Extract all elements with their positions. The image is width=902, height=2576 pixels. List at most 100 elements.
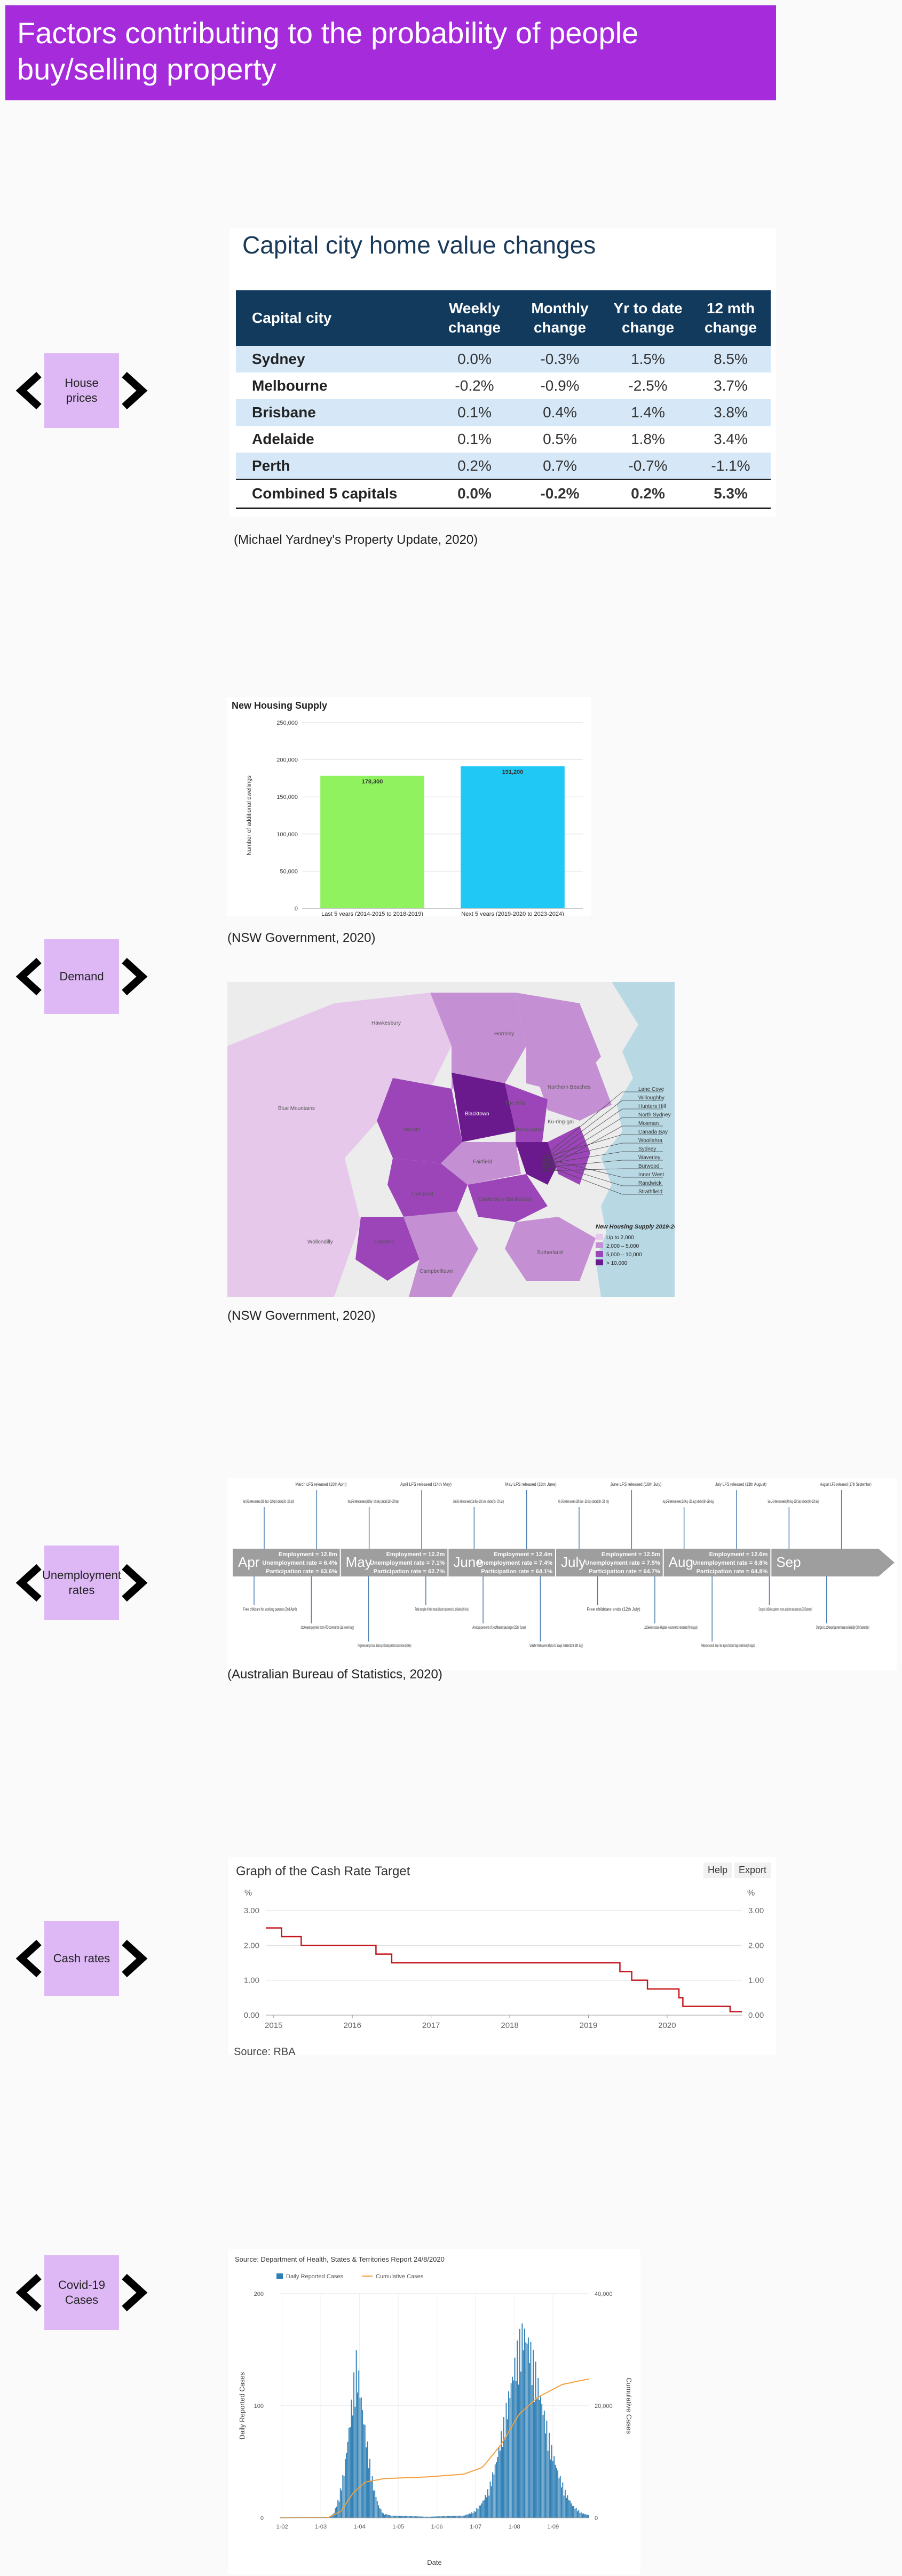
covid-card: Source: Department of Health, States & T…: [228, 2249, 640, 2574]
x-tick-label: 2018: [501, 2021, 518, 2030]
daily-bar: [486, 2497, 487, 2518]
chevron-right-icon[interactable]: [111, 1562, 154, 1604]
nav-label-covid[interactable]: Covid-19 Cases: [44, 2255, 119, 2330]
daily-bar: [461, 2515, 463, 2518]
daily-bar: [530, 2341, 532, 2518]
daily-bar: [478, 2506, 480, 2518]
table-row: Melbourne -0.2% -0.9% -2.5% 3.7%: [236, 372, 771, 399]
y-axis-label-right: %: [747, 1889, 755, 1898]
chevron-right-icon[interactable]: [111, 369, 154, 412]
daily-bar: [564, 2490, 566, 2518]
legend-label: Daily Reported Cases: [286, 2273, 343, 2280]
daily-bar: [574, 2508, 576, 2518]
daily-bar: [533, 2350, 534, 2518]
daily-bar: [473, 2511, 475, 2518]
timeline-stat: Employment = 12.5m: [602, 1551, 660, 1558]
bar-value-label: 178,300: [362, 779, 383, 785]
daily-bar: [550, 2459, 551, 2518]
daily-bar: [454, 2516, 455, 2518]
daily-bar: [541, 2404, 543, 2518]
daily-bar: [383, 2513, 384, 2518]
x-tick-label: 1-05: [392, 2524, 404, 2530]
nav-house-prices: House prices: [10, 353, 154, 428]
legend-swatch: [596, 1251, 603, 1257]
chevron-right-icon[interactable]: [111, 955, 154, 998]
map-region-label: Fairfield: [473, 1159, 492, 1165]
daily-bar: [569, 2500, 571, 2518]
daily-bar: [334, 2512, 335, 2518]
x-tick-label: 2016: [343, 2021, 361, 2030]
nav-label-unemployment[interactable]: Unemployment rates: [42, 1545, 121, 1620]
callout-label: Canada Bay: [638, 1129, 668, 1135]
timeline-bottom-note: Partial resumption of limited mutual obl…: [415, 1607, 469, 1612]
x-axis-label: Date: [427, 2558, 441, 2566]
timeline-stat: Unemployment rate = 6.8%: [693, 1560, 768, 1566]
daily-bar: [344, 2459, 346, 2518]
timeline-month: Sep: [776, 1554, 801, 1570]
daily-bar: [464, 2515, 465, 2518]
chevron-right-icon[interactable]: [111, 2271, 154, 2314]
x-tick-label: Last 5 years (2014-2015 to 2018-2019): [321, 911, 423, 916]
table-cell: -0.3%: [515, 346, 605, 372]
daily-bar: [370, 2480, 372, 2518]
daily-bar: [373, 2490, 374, 2518]
callout-label: Burwood: [638, 1163, 659, 1169]
help-button[interactable]: Help: [703, 1862, 732, 1878]
daily-bar: [482, 2500, 484, 2518]
table-total-row: Combined 5 capitals 0.0% -0.2% 0.2% 5.3%: [236, 479, 771, 509]
table-cell: 3.4%: [714, 431, 748, 447]
y-tick-label-right: 2.00: [748, 1941, 764, 1950]
daily-bar: [547, 2451, 549, 2518]
timeline-top-note: May LFS reference weeks (3rd May - 16th …: [348, 1499, 399, 1504]
daily-bar: [573, 2506, 574, 2518]
daily-bar: [505, 2403, 507, 2518]
y-tick-label: 150,000: [276, 794, 298, 800]
callout-label: Strathfield: [638, 1189, 662, 1195]
nav-unemployment: Unemployment rates: [10, 1545, 154, 1620]
daily-bar: [335, 2508, 336, 2518]
daily-bar: [497, 2457, 499, 2518]
nav-label-demand[interactable]: Demand: [44, 939, 119, 1014]
x-tick-label: 2019: [580, 2021, 597, 2030]
timeline-top-note: April LFS reference weeks (29th March - …: [243, 1499, 294, 1504]
unemployment-timeline-card: Apr May June July Aug Sep Employment = 12.8m Un…: [227, 1478, 897, 1670]
y-tick-label: 1.00: [244, 1976, 259, 1985]
daily-bar: [553, 2456, 555, 2518]
daily-bar: [355, 2350, 357, 2518]
daily-bar: [450, 2516, 452, 2518]
daily-bar: [362, 2410, 363, 2518]
nav-label-cash-rates[interactable]: Cash rates: [44, 1921, 119, 1996]
table-row: Sydney 0.0% -0.3% 1.5% 8.5%: [236, 346, 771, 372]
daily-bar: [575, 2508, 577, 2518]
chevron-right-icon[interactable]: [111, 1937, 154, 1980]
chart-title: Graph of the Cash Rate Target: [236, 1864, 410, 1879]
timeline-top-note: March LFS released (16th April): [295, 1482, 346, 1487]
timeline-bottom-note: Changes to JobSeeker supplement amount, …: [758, 1607, 812, 1612]
timeline-bottom-note: JobSeeker mutual obligation requirements…: [644, 1625, 698, 1630]
export-button[interactable]: Export: [734, 1862, 771, 1878]
col-header: Yr to date change: [605, 290, 691, 346]
daily-bar: [494, 2464, 496, 2518]
daily-bar: [556, 2468, 557, 2518]
daily-bar: [571, 2503, 572, 2518]
table-cell: Combined 5 capitals: [236, 479, 434, 509]
timeline-stat: Employment = 12.4m: [494, 1551, 552, 1558]
daily-bar: [572, 2506, 573, 2518]
table-cell: Melbourne: [252, 377, 328, 394]
timeline-bottom-note: Free childcare for working parents (2nd …: [243, 1607, 297, 1612]
daily-bar: [470, 2514, 471, 2518]
timeline-stat: Employment = 12.2m: [386, 1551, 445, 1558]
timeline-bottom-note: Greater Melbourne returns to Stage 3 res…: [529, 1643, 583, 1648]
nav-label-house-prices[interactable]: House prices: [44, 353, 119, 428]
daily-bar: [375, 2497, 377, 2518]
map-region-label: Northern Beaches: [548, 1084, 591, 1090]
y-tick-label-right: 3.00: [748, 1906, 764, 1915]
daily-bar: [529, 2363, 531, 2518]
x-tick-label: 2015: [265, 2021, 282, 2030]
daily-bar: [351, 2399, 352, 2518]
legend-label: Up to 2,000: [606, 1235, 634, 1241]
daily-bar: [471, 2512, 472, 2518]
daily-bar: [490, 2486, 492, 2518]
x-tick-label: 1-08: [509, 2524, 520, 2530]
daily-bar: [342, 2475, 344, 2518]
